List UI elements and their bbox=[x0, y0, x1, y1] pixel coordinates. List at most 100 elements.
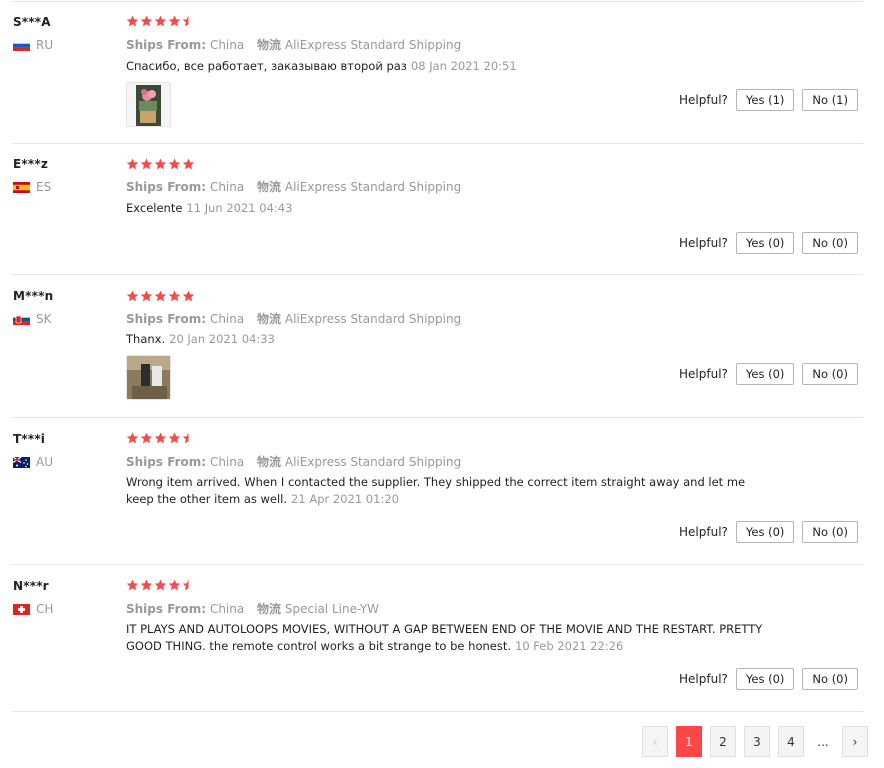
star-icon bbox=[168, 579, 181, 591]
australia-flag-icon bbox=[13, 456, 30, 468]
star-icon bbox=[168, 432, 181, 444]
review-divider bbox=[12, 564, 863, 565]
helpful-yes-button[interactable]: Yes (0) bbox=[735, 668, 795, 690]
switzerland-flag-icon bbox=[13, 603, 30, 615]
review-photo[interactable] bbox=[126, 82, 171, 127]
helpful-no-button[interactable]: No (0) bbox=[802, 363, 858, 385]
review-divider bbox=[12, 274, 863, 275]
country-code: SK bbox=[36, 312, 52, 326]
page-button-2[interactable]: 2 bbox=[710, 726, 736, 757]
review-date: 21 Apr 2021 01:20 bbox=[291, 492, 399, 506]
star-icon bbox=[126, 158, 139, 170]
star-icon bbox=[168, 15, 181, 27]
chevron-right-icon[interactable]: › bbox=[842, 726, 868, 757]
helpful-no-button[interactable]: No (0) bbox=[802, 232, 858, 254]
shipping-info: Ships From: China 物流 Special Line-YW bbox=[126, 600, 379, 617]
star-rating bbox=[126, 15, 195, 27]
review-text: Спасибо, все работает, заказываю второй … bbox=[126, 58, 766, 75]
review-text: Excelente 11 Jun 2021 04:43 bbox=[126, 200, 766, 217]
reviewer-country: RU bbox=[13, 38, 53, 52]
shipping-method: AliExpress Standard Shipping bbox=[284, 180, 462, 194]
helpful-no-button[interactable]: No (0) bbox=[802, 521, 858, 543]
star-icon bbox=[140, 432, 153, 444]
star-icon bbox=[140, 158, 153, 170]
logistics-label: 物流 bbox=[257, 180, 282, 194]
review-divider bbox=[12, 143, 863, 144]
star-icon bbox=[182, 15, 195, 27]
star-rating bbox=[126, 158, 195, 170]
star-icon bbox=[140, 290, 153, 302]
shipping-info: Ships From: China 物流 AliExpress Standard… bbox=[126, 453, 461, 470]
russia-flag-icon bbox=[13, 39, 30, 51]
star-icon bbox=[168, 158, 181, 170]
ships-from-label: Ships From: bbox=[126, 312, 207, 326]
review-body: Excelente bbox=[126, 201, 183, 215]
helpful-label: Helpful? bbox=[679, 236, 728, 250]
ships-from-value: China bbox=[209, 455, 245, 469]
page-button-4[interactable]: 4 bbox=[778, 726, 804, 757]
star-icon bbox=[154, 290, 167, 302]
review-photo[interactable] bbox=[126, 355, 171, 400]
helpful-yes-button[interactable]: Yes (0) bbox=[735, 232, 795, 254]
chevron-left-icon[interactable]: ‹ bbox=[642, 726, 668, 757]
ships-from-value: China bbox=[209, 180, 245, 194]
reviewer-name: E***z bbox=[13, 157, 49, 171]
review-date: 20 Jan 2021 04:33 bbox=[169, 332, 275, 346]
review-text: Wrong item arrived. When I contacted the… bbox=[126, 474, 766, 508]
review-body: IT PLAYS AND AUTOLOOPS MOVIES, WITHOUT A… bbox=[126, 622, 763, 653]
review-text: Thanx. 20 Jan 2021 04:33 bbox=[126, 331, 766, 348]
helpful-label: Helpful? bbox=[679, 672, 728, 686]
helpful-vote: Helpful? Yes (0) No (0) bbox=[679, 521, 858, 543]
top-divider bbox=[12, 1, 863, 2]
reviewer-country: CH bbox=[13, 602, 53, 616]
review-body: Thanx. bbox=[126, 332, 166, 346]
reviewer-name: M***n bbox=[13, 289, 54, 303]
helpful-no-button[interactable]: No (0) bbox=[802, 668, 858, 690]
logistics-label: 物流 bbox=[257, 38, 282, 52]
helpful-label: Helpful? bbox=[679, 93, 728, 107]
review-text: IT PLAYS AND AUTOLOOPS MOVIES, WITHOUT A… bbox=[126, 621, 766, 655]
ships-from-label: Ships From: bbox=[126, 38, 207, 52]
helpful-vote: Helpful? Yes (0) No (0) bbox=[679, 363, 858, 385]
reviewer-country: AU bbox=[13, 455, 53, 469]
spain-flag-icon bbox=[13, 181, 30, 193]
star-rating bbox=[126, 579, 195, 591]
helpful-no-button[interactable]: No (1) bbox=[802, 89, 858, 111]
shipping-info: Ships From: China 物流 AliExpress Standard… bbox=[126, 178, 461, 195]
logistics-label: 物流 bbox=[257, 602, 282, 616]
star-icon bbox=[126, 290, 139, 302]
ships-from-value: China bbox=[209, 312, 245, 326]
review-date: 11 Jun 2021 04:43 bbox=[186, 201, 293, 215]
review-body: Wrong item arrived. When I contacted the… bbox=[126, 475, 746, 506]
helpful-yes-button[interactable]: Yes (1) bbox=[735, 89, 795, 111]
reviewer-name: N***r bbox=[13, 579, 49, 593]
star-icon bbox=[168, 290, 181, 302]
helpful-yes-button[interactable]: Yes (0) bbox=[735, 521, 795, 543]
logistics-label: 物流 bbox=[257, 455, 282, 469]
helpful-vote: Helpful? Yes (0) No (0) bbox=[679, 232, 858, 254]
slovakia-flag-icon bbox=[13, 313, 30, 325]
page-button-1[interactable]: 1 bbox=[676, 726, 702, 757]
helpful-label: Helpful? bbox=[679, 367, 728, 381]
pagination-ellipsis: ... bbox=[817, 734, 829, 749]
star-icon bbox=[182, 579, 195, 591]
shipping-method: AliExpress Standard Shipping bbox=[284, 312, 462, 326]
star-icon bbox=[154, 15, 167, 27]
star-rating bbox=[126, 432, 195, 444]
star-icon bbox=[182, 158, 195, 170]
star-icon bbox=[154, 158, 167, 170]
ships-from-value: China bbox=[209, 38, 245, 52]
review-divider bbox=[12, 417, 863, 418]
country-code: ES bbox=[36, 180, 52, 194]
ships-from-label: Ships From: bbox=[126, 602, 207, 616]
shipping-info: Ships From: China 物流 AliExpress Standard… bbox=[126, 310, 461, 327]
helpful-yes-button[interactable]: Yes (0) bbox=[735, 363, 795, 385]
reviewer-name: S***A bbox=[13, 15, 51, 29]
ships-from-label: Ships From: bbox=[126, 180, 207, 194]
star-icon bbox=[126, 579, 139, 591]
ships-from-label: Ships From: bbox=[126, 455, 207, 469]
star-icon bbox=[126, 15, 139, 27]
star-icon bbox=[154, 432, 167, 444]
star-icon bbox=[126, 432, 139, 444]
page-button-3[interactable]: 3 bbox=[744, 726, 770, 757]
